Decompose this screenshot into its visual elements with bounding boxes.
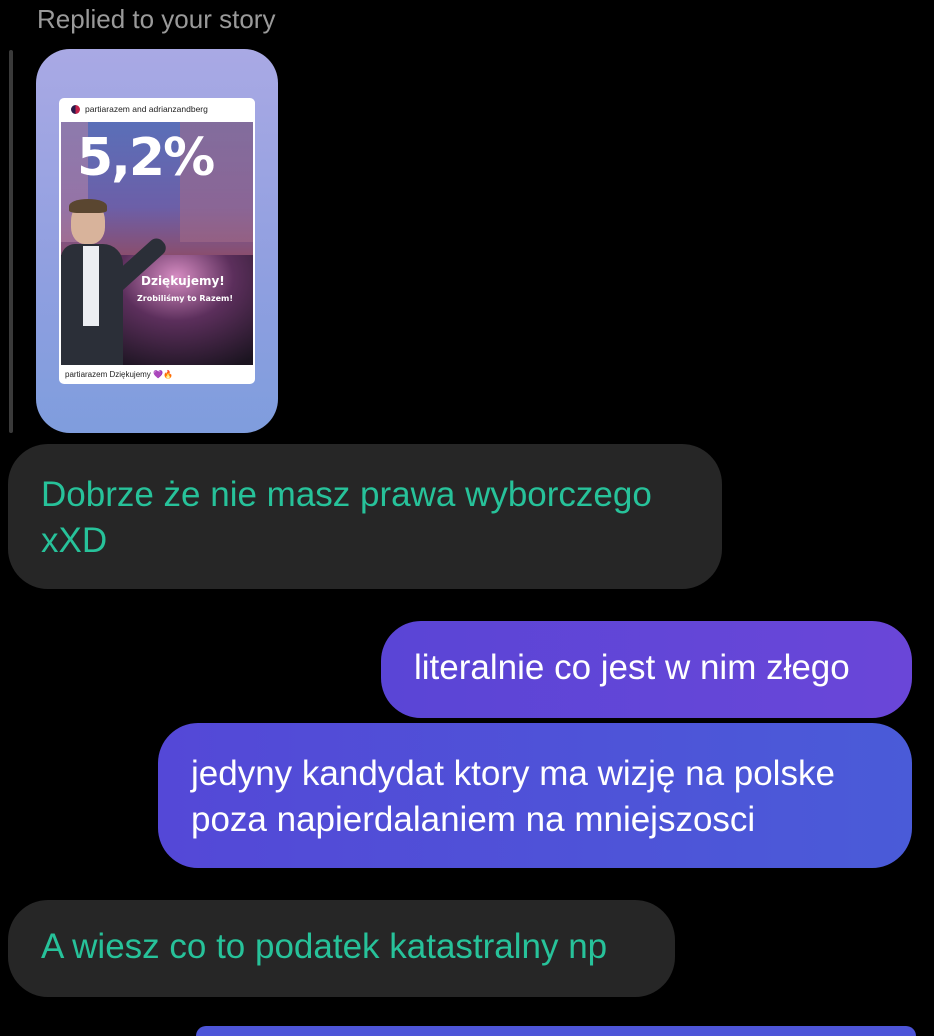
together-text: Zrobiliśmy to Razem! [137, 294, 234, 303]
person-hair [69, 199, 107, 213]
story-post-preview: partiarazem and adrianzandberg 5,2% Dzię… [59, 98, 255, 384]
thanks-text: Dziękujemy! [141, 274, 225, 288]
message-text: Dobrze że nie masz prawa wyborczego xXD [41, 475, 652, 560]
message-bubble-outgoing[interactable]: jedyny kandydat ktory ma wizję na polske… [158, 723, 912, 868]
result-percent-text: 5,2% [77, 128, 215, 188]
story-post-image: 5,2% Dziękujemy! Zrobiliśmy to Razem! [61, 122, 253, 365]
message-bubble-incoming[interactable]: A wiesz co to podatek katastralny np [8, 900, 675, 997]
person-shirt [83, 246, 99, 326]
person-figure [61, 199, 170, 365]
message-bubble-outgoing[interactable]: literalnie co jest w nim złego [381, 621, 912, 718]
reply-label: Replied to your story [37, 4, 276, 34]
message-bubble-outgoing-partial[interactable] [196, 1026, 916, 1036]
story-post-accounts: partiarazem and adrianzandberg [85, 104, 208, 114]
message-text: jedyny kandydat ktory ma wizję na polske… [191, 754, 835, 839]
story-reply-card[interactable]: partiarazem and adrianzandberg 5,2% Dzię… [36, 49, 278, 433]
story-post-header: partiarazem and adrianzandberg [59, 98, 255, 120]
message-text: A wiesz co to podatek katastralny np [41, 927, 608, 966]
reply-quote-bar [9, 50, 13, 433]
message-bubble-incoming[interactable]: Dobrze że nie masz prawa wyborczego xXD [8, 444, 722, 589]
avatar [71, 104, 80, 114]
story-post-caption: partiarazem Dziękujemy 💜🔥 [65, 370, 173, 379]
message-text: literalnie co jest w nim złego [414, 648, 850, 687]
